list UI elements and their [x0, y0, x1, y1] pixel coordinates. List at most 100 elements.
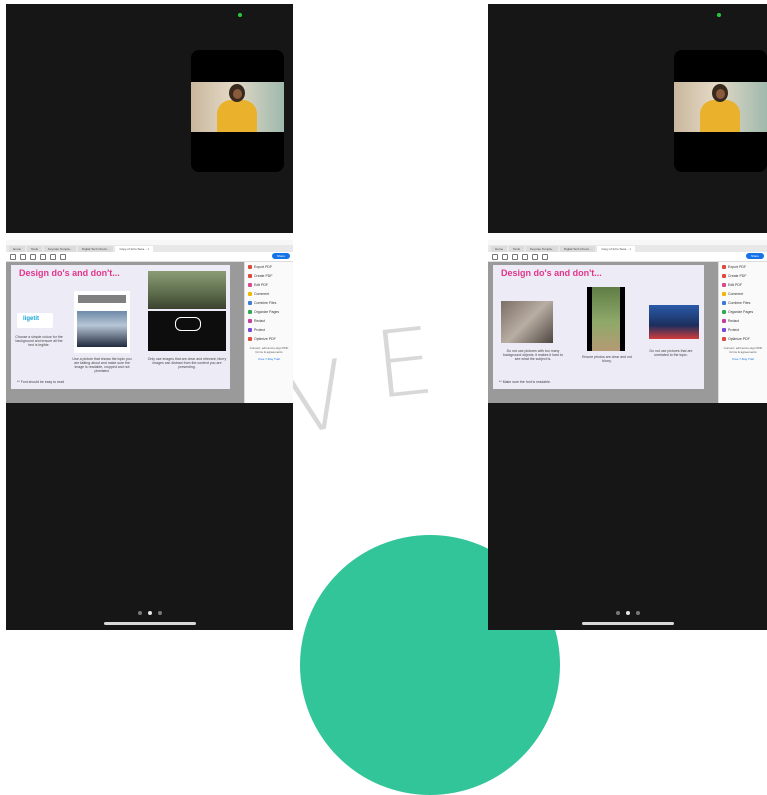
caption-3: Do not use pictures that are unrelated t…: [649, 349, 693, 357]
panel-create-pdf[interactable]: Create PDF: [245, 271, 293, 280]
tab-bar: Home Tools Keynote Templa... Digital Tec…: [488, 245, 767, 252]
pdf-toolbar: Share: [488, 252, 767, 262]
page-dot-3[interactable]: [157, 611, 162, 615]
tools-panel: Export PDF Create PDF Edit PDF Comment C…: [244, 262, 293, 403]
app-promo-image: [148, 311, 226, 351]
tools-panel: Export PDF Create PDF Edit PDF Comment C…: [718, 262, 767, 403]
create-pdf-icon: [248, 273, 252, 278]
organize-pages-icon: [248, 309, 252, 314]
page-dot-2[interactable]: [625, 611, 630, 615]
participant-figure: [217, 100, 257, 132]
forest-path-image: [592, 287, 620, 351]
panel-organize-pages[interactable]: Organize Pages: [245, 307, 293, 316]
optimize-pdf-icon: [248, 336, 252, 341]
search-icon[interactable]: [522, 253, 528, 260]
article-photo: [77, 311, 127, 347]
share-button[interactable]: Share: [272, 253, 290, 259]
video-tile[interactable]: [674, 50, 767, 172]
slide-title: Design do's and don't...: [501, 268, 602, 278]
caption-1: Choose a simple colour for the backgroun…: [15, 335, 63, 347]
blurry-photo: [587, 287, 625, 351]
participant-video: [674, 82, 767, 132]
pdf-toolbar: Share: [6, 252, 293, 262]
panel-comment[interactable]: Comment: [245, 289, 293, 298]
zoom-icon[interactable]: [542, 253, 548, 260]
print-icon[interactable]: [20, 253, 26, 260]
save-icon[interactable]: [492, 253, 498, 260]
page-dot-1[interactable]: [615, 611, 620, 615]
participant-face: [716, 89, 725, 99]
home-indicator[interactable]: [581, 622, 674, 625]
panel-redact[interactable]: Redact: [245, 316, 293, 325]
phone-screen-left: Home Tools Keynote Templa... Digital Tec…: [6, 4, 293, 630]
combine-files-icon: [248, 300, 252, 305]
comment-icon: [722, 291, 726, 296]
redact-icon: [722, 318, 726, 323]
comment-icon: [248, 291, 252, 296]
panel-export-pdf[interactable]: Export PDF: [245, 262, 293, 271]
export-pdf-icon: [722, 264, 726, 269]
caption-2: Use a picture that shows the topic you a…: [72, 357, 132, 373]
save-icon[interactable]: [10, 253, 16, 260]
page-dot-3[interactable]: [635, 611, 640, 615]
cursor-icon[interactable]: [532, 253, 538, 260]
page-indicator: [137, 611, 162, 615]
create-pdf-icon: [722, 273, 726, 278]
panel-create-pdf[interactable]: Create PDF: [719, 271, 767, 280]
panel-optimize-pdf[interactable]: Optimize PDF: [719, 334, 767, 343]
news-article-image: [74, 291, 130, 353]
share-button[interactable]: Share: [746, 253, 764, 259]
shared-screen: Home Tools Keynote Templa... Digital Tec…: [6, 233, 293, 403]
panel-protect[interactable]: Protect: [719, 325, 767, 334]
page-indicator: [615, 611, 640, 615]
panel-combine-files[interactable]: Combine Files: [719, 298, 767, 307]
panel-trial-link[interactable]: Free 7-Day Trial: [719, 354, 767, 361]
panel-trial-link[interactable]: Free 7-Day Trial: [245, 354, 293, 361]
participant-video: [191, 82, 284, 132]
logo-badge: ligetit: [17, 313, 53, 328]
page-dot-1[interactable]: [137, 611, 142, 615]
panel-organize-pages[interactable]: Organize Pages: [719, 307, 767, 316]
caption-2: Ensure photos are clear and not blurry.: [582, 355, 632, 363]
panel-promo-note: Convert, edit and e-sign PDF forms & agr…: [723, 346, 763, 354]
alligator-photo: [148, 271, 226, 309]
mail-icon[interactable]: [30, 253, 36, 260]
panel-edit-pdf[interactable]: Edit PDF: [719, 280, 767, 289]
panel-comment[interactable]: Comment: [719, 289, 767, 298]
cursor-icon[interactable]: [50, 253, 56, 260]
optimize-pdf-icon: [722, 336, 726, 341]
watermark-letter-e: E: [369, 307, 439, 420]
panel-edit-pdf[interactable]: Edit PDF: [245, 280, 293, 289]
home-indicator[interactable]: [103, 622, 196, 625]
tab-bar: Home Tools Keynote Templa... Digital Tec…: [6, 245, 293, 252]
page-dot-2[interactable]: [147, 611, 152, 615]
camera-indicator: [238, 13, 242, 17]
edit-pdf-icon: [248, 282, 252, 287]
video-tile[interactable]: [191, 50, 284, 172]
panel-combine-files[interactable]: Combine Files: [245, 298, 293, 307]
unrelated-photo: [649, 305, 699, 339]
search-icon[interactable]: [40, 253, 46, 260]
camera-indicator: [717, 13, 721, 17]
shared-screen: Home Tools Keynote Templa... Digital Tec…: [488, 233, 767, 403]
panel-redact[interactable]: Redact: [719, 316, 767, 325]
article-headline: [78, 295, 126, 303]
window-titlebar: [6, 233, 293, 240]
panel-optimize-pdf[interactable]: Optimize PDF: [245, 334, 293, 343]
participant-face: [233, 89, 242, 99]
slide-footnote: ** Make sure the font is readable.: [499, 380, 551, 384]
panel-protect[interactable]: Protect: [245, 325, 293, 334]
slide-footnote: ** Font should be easy to read: [17, 380, 65, 384]
panel-promo-note: Convert, edit and e-sign PDF forms & agr…: [249, 346, 289, 354]
slide-title: Design do's and don't...: [19, 268, 120, 278]
zoom-icon[interactable]: [60, 253, 66, 260]
slide: Design do's and don't... Do not use pict…: [493, 265, 704, 389]
print-icon[interactable]: [502, 253, 508, 260]
combine-files-icon: [722, 300, 726, 305]
mail-icon[interactable]: [512, 253, 518, 260]
panel-export-pdf[interactable]: Export PDF: [719, 262, 767, 271]
app-logo-circle: [175, 317, 201, 331]
slide: Design do's and don't... ligetit Choose …: [11, 265, 230, 389]
redact-icon: [248, 318, 252, 323]
phone-screen-right: Home Tools Keynote Templa... Digital Tec…: [488, 4, 767, 630]
